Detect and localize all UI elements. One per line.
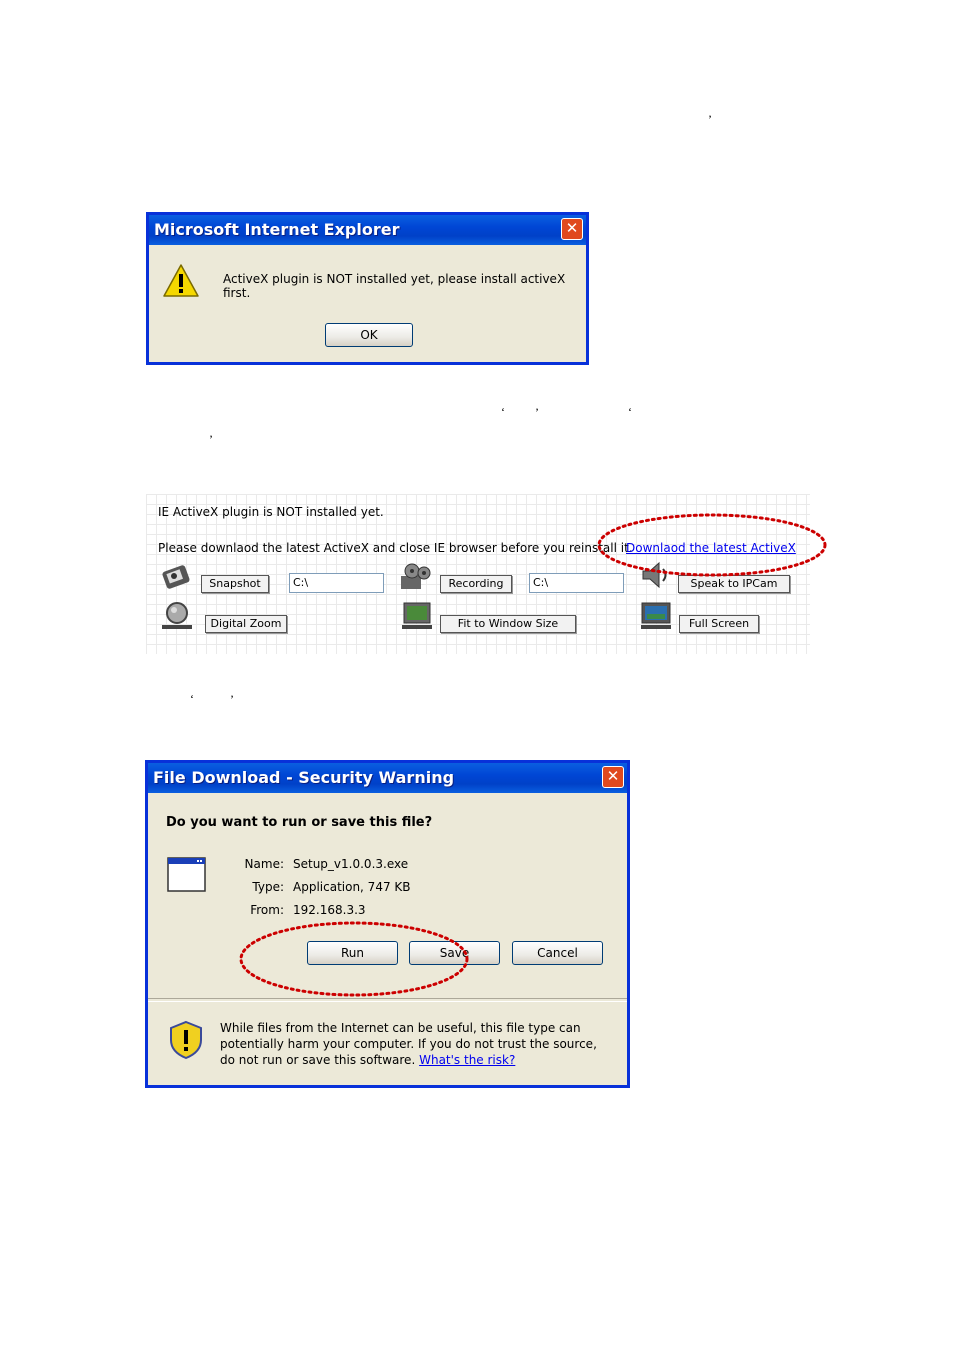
snapshot-button[interactable]: Snapshot (201, 575, 269, 593)
fullscreen-monitor-icon (641, 602, 671, 629)
file-source-value: 192.168.3.3 (293, 903, 366, 917)
monitor-icon (402, 602, 432, 629)
separator (148, 998, 627, 1002)
fit-to-window-button[interactable]: Fit to Window Size (440, 615, 576, 633)
whats-the-risk-link[interactable]: What's the risk? (419, 1053, 515, 1067)
ok-button[interactable]: OK (325, 323, 413, 347)
activex-instruction: Please downlaod the latest ActiveX and c… (158, 541, 633, 555)
warning-icon (163, 264, 199, 297)
stray-mark: ’ (535, 405, 539, 419)
recording-button[interactable]: Recording (440, 575, 512, 593)
security-shield-icon (170, 1020, 202, 1060)
security-warning-text: While files from the Internet can be use… (220, 1020, 614, 1068)
ie-dialog-message: ActiveX plugin is NOT installed yet, ple… (223, 272, 566, 300)
highlight-ellipse (597, 513, 827, 577)
warning-message: While files from the Internet can be use… (220, 1021, 597, 1067)
magnifier-icon (162, 602, 192, 629)
from-label: From: (250, 903, 284, 917)
cancel-button[interactable]: Cancel (512, 941, 603, 965)
close-icon[interactable]: ✕ (602, 766, 624, 788)
activex-status: IE ActiveX plugin is NOT installed yet. (158, 505, 384, 519)
stray-mark: ‘ (501, 405, 505, 419)
type-label: Type: (252, 880, 284, 894)
stray-mark: ’ (209, 432, 213, 446)
application-window-icon (167, 857, 206, 892)
stray-mark: ‘ (190, 692, 194, 706)
film-reel-icon (401, 563, 431, 589)
ie-dialog-title: Microsoft Internet Explorer (149, 215, 586, 245)
activex-panel: IE ActiveX plugin is NOT installed yet. … (146, 494, 827, 654)
close-icon[interactable]: ✕ (561, 218, 583, 240)
file-download-dialog: File Download - Security Warning ✕ Do yo… (145, 760, 630, 1088)
ie-alert-dialog: Microsoft Internet Explorer ✕ ActiveX pl… (146, 212, 589, 365)
file-type-value: Application, 747 KB (293, 880, 411, 894)
stray-mark: ‘ (628, 405, 632, 419)
full-screen-button[interactable]: Full Screen (679, 615, 759, 633)
highlight-ellipse (239, 921, 469, 997)
name-label: Name: (244, 857, 284, 871)
stray-mark: ’ (708, 112, 712, 126)
file-download-title: File Download - Security Warning (148, 763, 627, 793)
digital-zoom-button[interactable]: Digital Zoom (205, 615, 287, 633)
download-question: Do you want to run or save this file? (166, 815, 433, 830)
file-name-value: Setup_v1.0.0.3.exe (293, 857, 409, 871)
snapshot-path-input[interactable]: C:\ (289, 573, 384, 593)
stray-mark: ’ (230, 692, 234, 706)
camera-snapshot-icon (162, 565, 190, 589)
